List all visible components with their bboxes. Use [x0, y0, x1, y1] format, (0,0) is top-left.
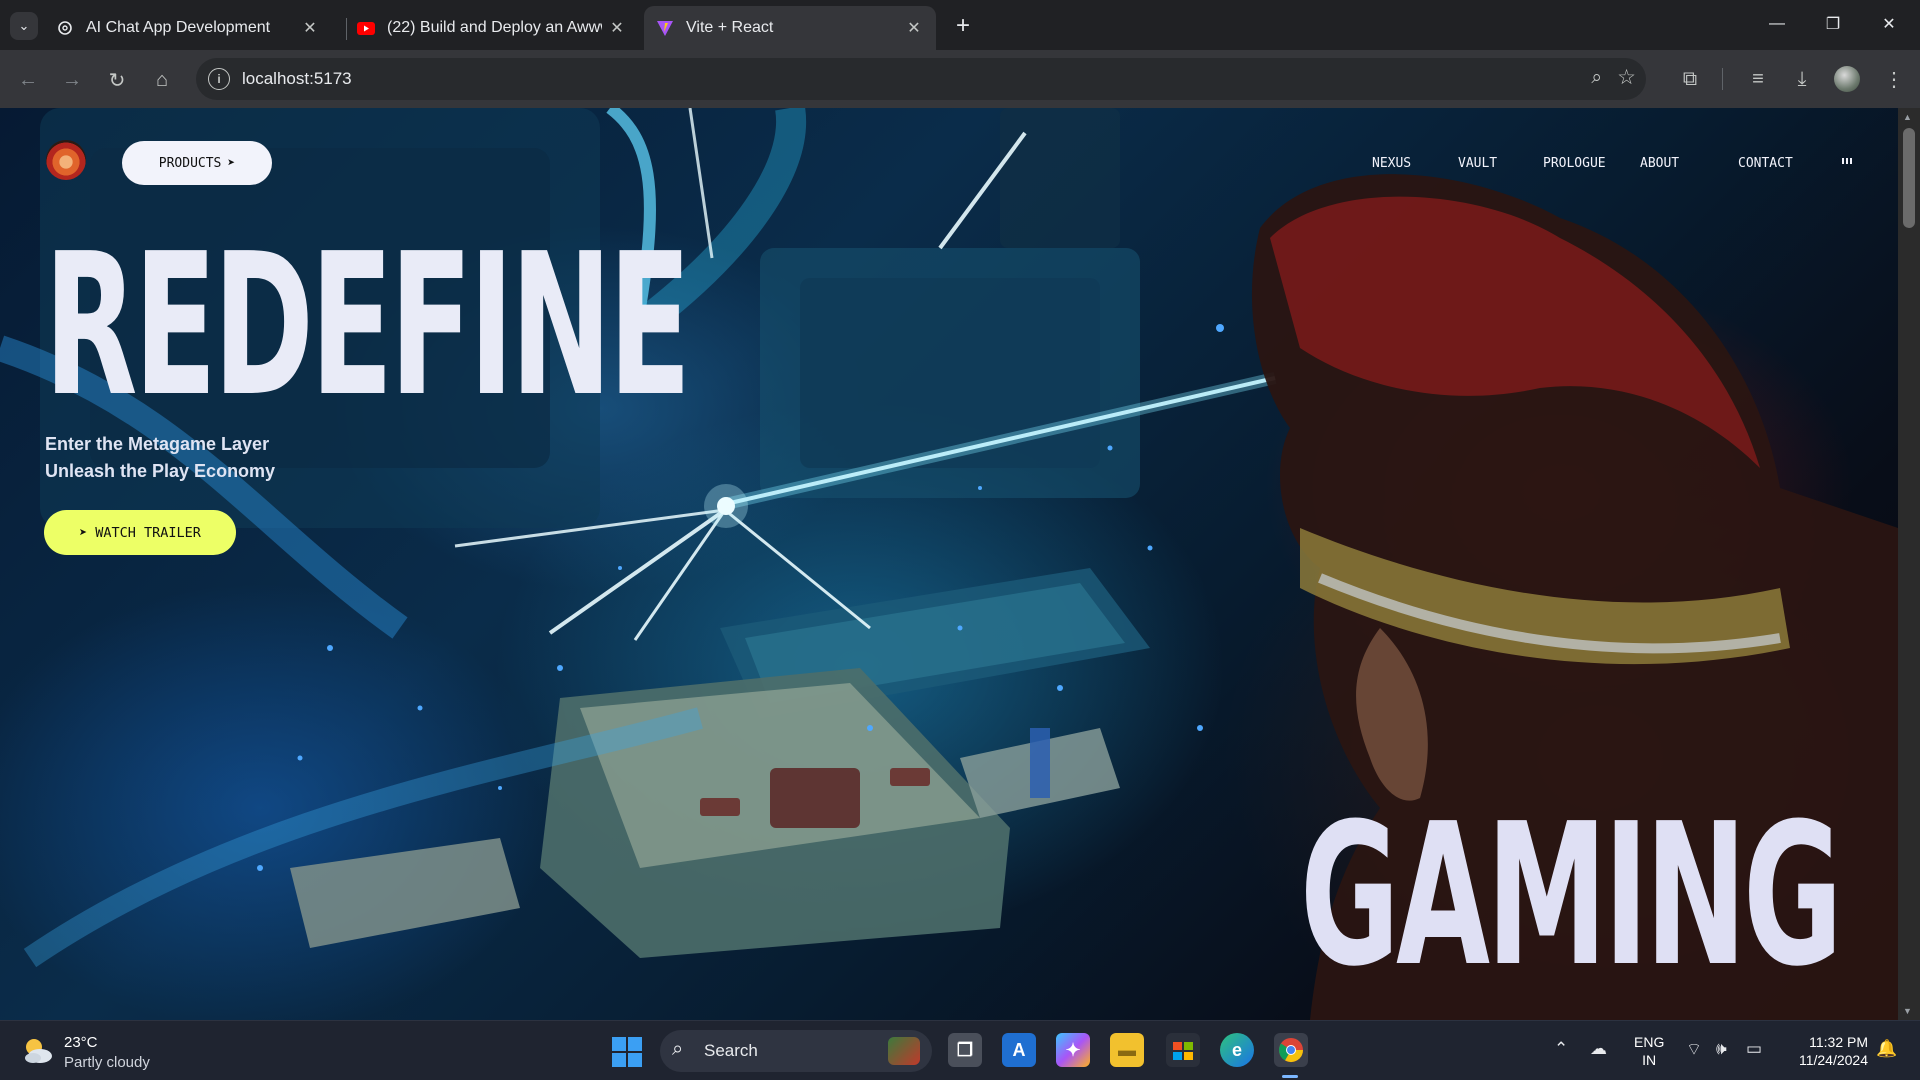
restore-button[interactable]: ❐ — [1810, 8, 1856, 40]
chrome-menu-icon[interactable]: ⋮ — [1878, 63, 1910, 95]
address-bar[interactable]: i localhost:5173 ⌕ ☆ — [196, 58, 1646, 100]
openai-icon — [56, 19, 74, 37]
zoom-icon[interactable]: ⌕ — [1591, 67, 1602, 89]
region-code: IN — [1642, 1052, 1657, 1068]
toolbar-divider — [1722, 68, 1723, 90]
audio-indicator-icon[interactable] — [1842, 158, 1854, 166]
notification-bell-icon[interactable]: 🔔 — [1876, 1039, 1897, 1059]
nav-link-vault[interactable]: VAULT — [1458, 156, 1497, 171]
input-language[interactable]: ENG IN — [1634, 1033, 1664, 1069]
page-scrollbar[interactable]: ▲ ▼ — [1898, 108, 1920, 1020]
products-button[interactable]: PRODUCTS ➤ — [122, 141, 272, 185]
task-view-icon[interactable]: ❐ — [948, 1033, 982, 1067]
show-hidden-icons-icon[interactable]: ⌃ — [1554, 1039, 1568, 1059]
new-tab-button[interactable]: + — [950, 12, 976, 39]
tab-title: AI Chat App Development — [86, 19, 271, 36]
taskbar-search[interactable]: ⌕ Search — [660, 1030, 932, 1072]
file-explorer-icon[interactable]: ▬ — [1110, 1033, 1144, 1067]
battery-icon[interactable]: ▭ — [1746, 1039, 1762, 1059]
forward-button[interactable]: → — [56, 64, 88, 96]
scroll-up-icon[interactable]: ▲ — [1903, 112, 1912, 122]
copilot-icon[interactable]: ✦ — [1056, 1033, 1090, 1067]
language-code: ENG — [1634, 1034, 1665, 1050]
weather-temperature[interactable]: 23°C — [64, 1034, 98, 1051]
products-label: PRODUCTS — [158, 155, 222, 171]
media-control-icon[interactable]: ≡ — [1742, 63, 1774, 95]
edge-browser-icon[interactable]: e — [1220, 1033, 1254, 1067]
close-icon[interactable]: ✕ — [607, 18, 627, 38]
tab-ai-chat[interactable]: AI Chat App Development ✕ — [56, 6, 332, 50]
hero-subtitle-line1: Enter the Metagame Layer — [45, 434, 270, 454]
microsoft-ai-app-icon[interactable]: A — [1002, 1033, 1036, 1067]
tab-youtube[interactable]: (22) Build and Deploy an Awwwards Winnin… — [357, 6, 635, 50]
downloads-icon[interactable]: ⤓ — [1786, 63, 1818, 95]
extensions-icon[interactable]: ⧉ — [1674, 63, 1706, 95]
scroll-down-icon[interactable]: ▼ — [1903, 1006, 1912, 1016]
nav-link-about[interactable]: ABOUT — [1640, 156, 1679, 171]
search-highlight-image — [888, 1037, 920, 1065]
site-info-icon[interactable]: i — [208, 68, 230, 90]
arrow-icon: ➤ — [227, 155, 236, 171]
system-clock[interactable]: 11:32 PM 11/24/2024 — [1782, 1033, 1868, 1069]
nav-link-contact[interactable]: CONTACT — [1738, 156, 1793, 171]
reload-button[interactable]: ↻ — [101, 64, 133, 96]
vite-icon — [656, 19, 674, 37]
wifi-icon[interactable]: ⌔ — [1686, 1039, 1702, 1060]
arrow-icon: ➤ — [79, 524, 88, 541]
watch-trailer-label: WATCH TRAILER — [95, 524, 201, 541]
volume-icon[interactable]: 🕪 — [1716, 1039, 1727, 1059]
nav-link-nexus[interactable]: NEXUS — [1372, 156, 1411, 171]
search-placeholder: Search — [704, 1041, 758, 1060]
partly-cloudy-icon[interactable] — [20, 1034, 54, 1068]
minimize-button[interactable]: — — [1754, 8, 1800, 40]
site-logo[interactable] — [46, 140, 86, 180]
home-button[interactable]: ⌂ — [146, 64, 178, 96]
tab-divider — [346, 18, 347, 40]
onedrive-cloud-icon[interactable]: ☁ — [1590, 1039, 1607, 1059]
hero-title: REDEFINE — [44, 212, 691, 440]
profile-avatar[interactable] — [1834, 66, 1860, 92]
nav-link-prologue[interactable]: PROLOGUE — [1543, 156, 1606, 171]
microsoft-store-icon[interactable] — [1166, 1033, 1200, 1067]
tab-search-icon[interactable]: ⌄ — [10, 12, 38, 40]
back-button[interactable]: ← — [12, 64, 44, 96]
youtube-icon — [357, 19, 375, 37]
browser-tab-bar: ⌄ AI Chat App Development ✕ (22) Build a… — [0, 0, 1920, 50]
tab-title: (22) Build and Deploy an Awwwards Winnin… — [387, 19, 602, 36]
scrollbar-thumb[interactable] — [1903, 128, 1915, 228]
browser-toolbar: ← → ↻ ⌂ i localhost:5173 ⌕ ☆ ⧉ ≡ ⤓ ⋮ — [0, 50, 1920, 108]
close-icon[interactable]: ✕ — [904, 18, 924, 38]
watch-trailer-button[interactable]: ➤ WATCH TRAILER — [44, 510, 236, 555]
hero-subtitle-line2: Unleash the Play Economy — [45, 461, 276, 481]
tab-title: Vite + React — [686, 19, 774, 36]
active-app-indicator — [1282, 1075, 1298, 1078]
windows-start-icon[interactable] — [612, 1037, 642, 1067]
address-url[interactable]: localhost:5173 — [242, 69, 352, 89]
close-window-button[interactable]: ✕ — [1866, 8, 1912, 40]
search-icon: ⌕ — [672, 1038, 684, 1060]
hero-bottom-word: GAMING — [1300, 782, 1843, 1010]
bookmark-star-icon[interactable]: ☆ — [1617, 65, 1636, 90]
clock-time: 11:32 PM — [1809, 1034, 1868, 1050]
weather-description[interactable]: Partly cloudy — [64, 1054, 150, 1071]
clock-date: 11/24/2024 — [1798, 1052, 1868, 1068]
close-icon[interactable]: ✕ — [300, 18, 320, 38]
chrome-browser-icon[interactable] — [1274, 1033, 1308, 1067]
tab-vite-react[interactable]: Vite + React ✕ — [644, 6, 936, 50]
page-viewport: PRODUCTS ➤ NEXUS VAULT PROLOGUE ABOUT CO… — [0, 108, 1898, 1020]
windows-taskbar: 23°C Partly cloudy ⌕ Search ❐ A ✦ ▬ e ⌃ … — [0, 1020, 1920, 1080]
